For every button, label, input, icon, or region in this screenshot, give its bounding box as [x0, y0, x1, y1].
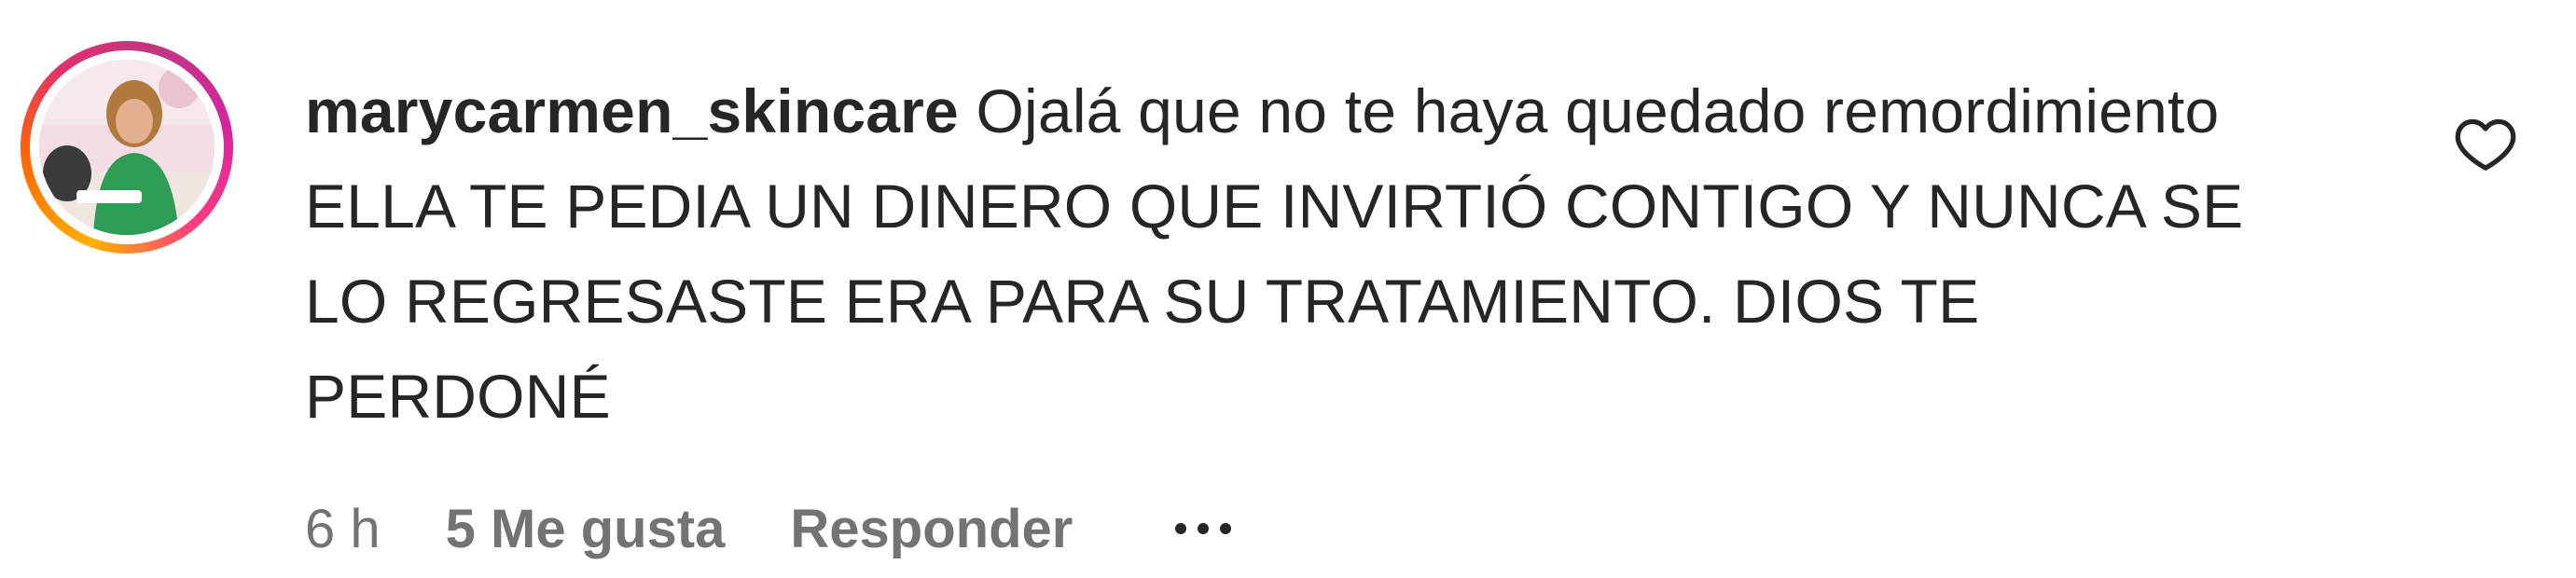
comment-item: marycarmen_skincare Ojalá que no te haya… — [0, 0, 2576, 578]
comment-timestamp[interactable]: 6 h — [305, 498, 381, 560]
more-dot — [1198, 523, 1210, 534]
avatar-story-ring[interactable] — [21, 41, 233, 254]
heart-icon-svg — [2455, 118, 2516, 171]
more-horizontal-icon[interactable] — [1175, 523, 1232, 534]
avatar[interactable] — [39, 60, 215, 235]
avatar-ring-gap — [30, 50, 224, 244]
comment-text-block: marycarmen_skincare Ojalá que no te haya… — [305, 63, 2301, 444]
avatar-photo — [39, 60, 215, 235]
comment-likes-count[interactable]: 5 Me gusta — [446, 498, 726, 560]
more-dot — [1175, 523, 1187, 534]
reply-button[interactable]: Responder — [790, 498, 1073, 560]
comment-meta-bar: 6 h 5 Me gusta Responder — [305, 487, 1232, 571]
more-dot — [1220, 523, 1232, 534]
comment-username[interactable]: marycarmen_skincare — [305, 76, 959, 145]
comment-content: marycarmen_skincare Ojalá que no te haya… — [305, 63, 2301, 444]
heart-outline-icon[interactable] — [2453, 112, 2518, 177]
